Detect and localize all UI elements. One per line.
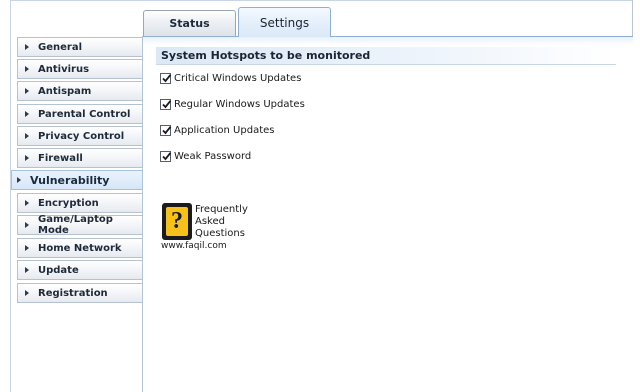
faq-watermark-logo: ? Frequently Asked Questions www.faqil.c… xyxy=(161,201,255,251)
section-title: System Hotspots to be monitored xyxy=(161,49,371,62)
arrow-right-icon xyxy=(25,245,29,251)
sidebar-item-antispam[interactable]: Antispam xyxy=(17,81,142,101)
sidebar-item-label: Home Network xyxy=(38,242,122,254)
checkbox-label: Critical Windows Updates xyxy=(174,72,302,84)
checkbox-weak-password[interactable]: Weak Password xyxy=(160,148,251,164)
tab-settings[interactable]: Settings xyxy=(238,7,331,37)
sidebar-item-label: Vulnerability xyxy=(30,173,110,187)
arrow-right-icon xyxy=(25,200,29,206)
sidebar-item-antivirus[interactable]: Antivirus xyxy=(17,59,142,79)
faq-line-2: Asked xyxy=(195,216,225,227)
tab-status-label: Status xyxy=(169,17,210,30)
arrow-right-icon xyxy=(25,155,29,161)
checkbox-checked-icon[interactable] xyxy=(160,72,172,84)
sidebar-item-label: Parental Control xyxy=(38,108,131,120)
arrow-right-icon xyxy=(25,133,29,139)
checkbox-checked-icon[interactable] xyxy=(160,98,172,110)
faq-line-3: Questions xyxy=(195,228,245,239)
tab-settings-label: Settings xyxy=(259,15,310,30)
checkbox-critical-windows-updates[interactable]: Critical Windows Updates xyxy=(160,70,301,86)
checkbox-label: Weak Password xyxy=(174,150,252,162)
sidebar-item-vulnerability[interactable]: Vulnerability xyxy=(11,170,142,190)
tab-status[interactable]: Status xyxy=(143,10,236,36)
sidebar-item-home-network[interactable]: Home Network xyxy=(17,238,142,258)
sidebar-item-encryption[interactable]: Encryption xyxy=(17,193,142,213)
checkbox-label: Application Updates xyxy=(174,124,275,136)
arrow-right-icon xyxy=(25,290,29,296)
checkbox-regular-windows-updates[interactable]: Regular Windows Updates xyxy=(160,96,305,112)
checkbox-checked-icon[interactable] xyxy=(160,124,172,136)
window-top-border xyxy=(10,0,633,1)
sidebar-item-label: General xyxy=(38,41,82,53)
question-mark-glyph: ? xyxy=(166,207,188,236)
checkbox-application-updates[interactable]: Application Updates xyxy=(160,122,274,138)
sidebar-item-label: Privacy Control xyxy=(38,130,125,142)
faq-line-1: Frequently xyxy=(195,204,248,215)
arrow-right-icon xyxy=(25,222,29,228)
arrow-right-icon xyxy=(25,44,29,50)
arrow-right-icon xyxy=(25,267,29,273)
sidebar-item-label: Antivirus xyxy=(38,63,90,75)
arrow-right-icon xyxy=(17,177,21,183)
section-header: System Hotspots to be monitored xyxy=(156,47,616,65)
sidebar-item-privacy-control[interactable]: Privacy Control xyxy=(17,126,142,146)
checkbox-label: Regular Windows Updates xyxy=(174,98,305,110)
settings-panel: System Hotspots to be monitored Critical… xyxy=(142,36,633,392)
sidebar-item-label: Firewall xyxy=(38,152,83,164)
sidebar-item-general[interactable]: General xyxy=(17,37,142,57)
question-mark-icon: ? xyxy=(162,203,192,240)
sidebar-item-game-laptop-mode[interactable]: Game/Laptop Mode xyxy=(17,214,142,236)
sidebar-item-registration[interactable]: Registration xyxy=(17,283,142,303)
arrow-right-icon xyxy=(25,66,29,72)
faq-logo-text: Frequently Asked Questions xyxy=(195,204,255,240)
arrow-right-icon xyxy=(25,111,29,117)
sidebar-item-update[interactable]: Update xyxy=(17,260,142,280)
sidebar-item-label: Registration xyxy=(38,287,108,299)
faq-url: www.faqil.com xyxy=(161,241,227,251)
sidebar-item-parental-control[interactable]: Parental Control xyxy=(17,104,142,124)
sidebar-item-label: Game/Laptop Mode xyxy=(38,214,113,236)
sidebar-item-label: Update xyxy=(38,264,79,276)
sidebar-item-label: Encryption xyxy=(38,197,99,209)
sidebar-item-firewall[interactable]: Firewall xyxy=(17,148,142,168)
settings-sidebar: General Antivirus Antispam Parental Cont… xyxy=(0,36,142,392)
arrow-right-icon xyxy=(25,88,29,94)
panel-top-shade xyxy=(143,37,633,45)
sidebar-item-label: Antispam xyxy=(38,85,92,97)
checkbox-checked-icon[interactable] xyxy=(160,150,172,162)
